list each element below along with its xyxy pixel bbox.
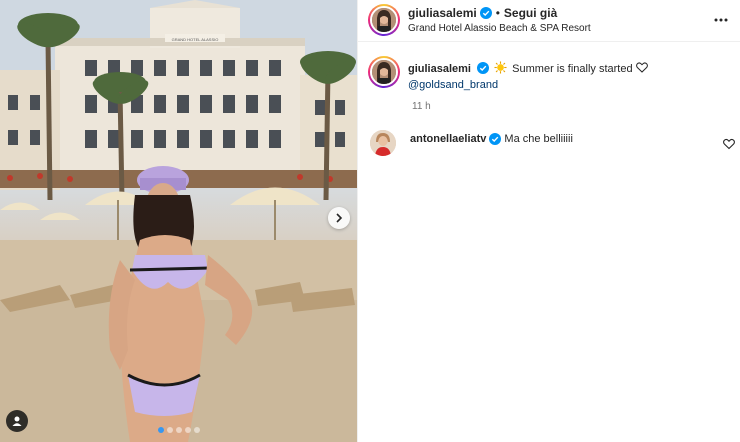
heart-emoji-icon — [635, 62, 648, 73]
carousel-dot — [184, 427, 191, 433]
hotel-sign-text: GRAND HOTEL ALASSIO — [172, 37, 219, 42]
heart-icon[interactable] — [723, 138, 735, 150]
verified-badge-icon — [477, 62, 490, 74]
post-sidebar: giuliasalemi • Segui già Grand Hotel Ala… — [357, 0, 740, 442]
comment-body: Ma che belliiiii — [504, 133, 573, 145]
beach-hotel-scene: GRAND HOTEL ALASSIO — [0, 0, 357, 442]
verified-badge-icon — [479, 7, 492, 19]
post-timestamp[interactable]: 11 h — [412, 101, 431, 112]
following-button[interactable]: Segui già — [504, 6, 557, 20]
commenter-username[interactable]: antonellaeliatv — [410, 133, 486, 145]
chevron-right-icon — [336, 213, 343, 223]
carousel-dot — [175, 427, 182, 433]
post-header: giuliasalemi • Segui già Grand Hotel Ala… — [358, 0, 740, 42]
header-separator: • — [495, 6, 500, 20]
caption-author-avatar[interactable] — [368, 56, 400, 88]
header-user-row: giuliasalemi • Segui già — [408, 6, 557, 20]
user-tag-icon — [12, 416, 22, 426]
commenter-avatar[interactable] — [370, 130, 396, 156]
brand-mention-link[interactable]: @goldsand_brand — [408, 79, 498, 91]
verified-badge-icon — [489, 133, 502, 145]
more-options-icon — [714, 18, 728, 22]
sun-emoji-icon — [494, 61, 507, 74]
author-avatar[interactable] — [368, 4, 400, 36]
caption-username[interactable]: giuliasalemi — [408, 63, 471, 75]
post-photo[interactable]: GRAND HOTEL ALASSIO — [0, 0, 357, 442]
carousel-indicator — [0, 427, 357, 433]
more-options-button[interactable] — [712, 11, 730, 29]
caption-text-block: giuliasalemi Summer is finally started @… — [408, 61, 708, 93]
carousel-dot — [166, 427, 173, 433]
author-username[interactable]: giuliasalemi — [408, 6, 477, 20]
location-link[interactable]: Grand Hotel Alassio Beach & SPA Resort — [408, 23, 591, 34]
carousel-dot — [193, 427, 200, 433]
caption-body: Summer is finally started — [512, 63, 633, 75]
comment-text-row: antonellaeliatv Ma che belliiiii — [410, 133, 573, 145]
carousel-dot — [157, 427, 164, 433]
next-photo-button[interactable] — [328, 207, 350, 229]
